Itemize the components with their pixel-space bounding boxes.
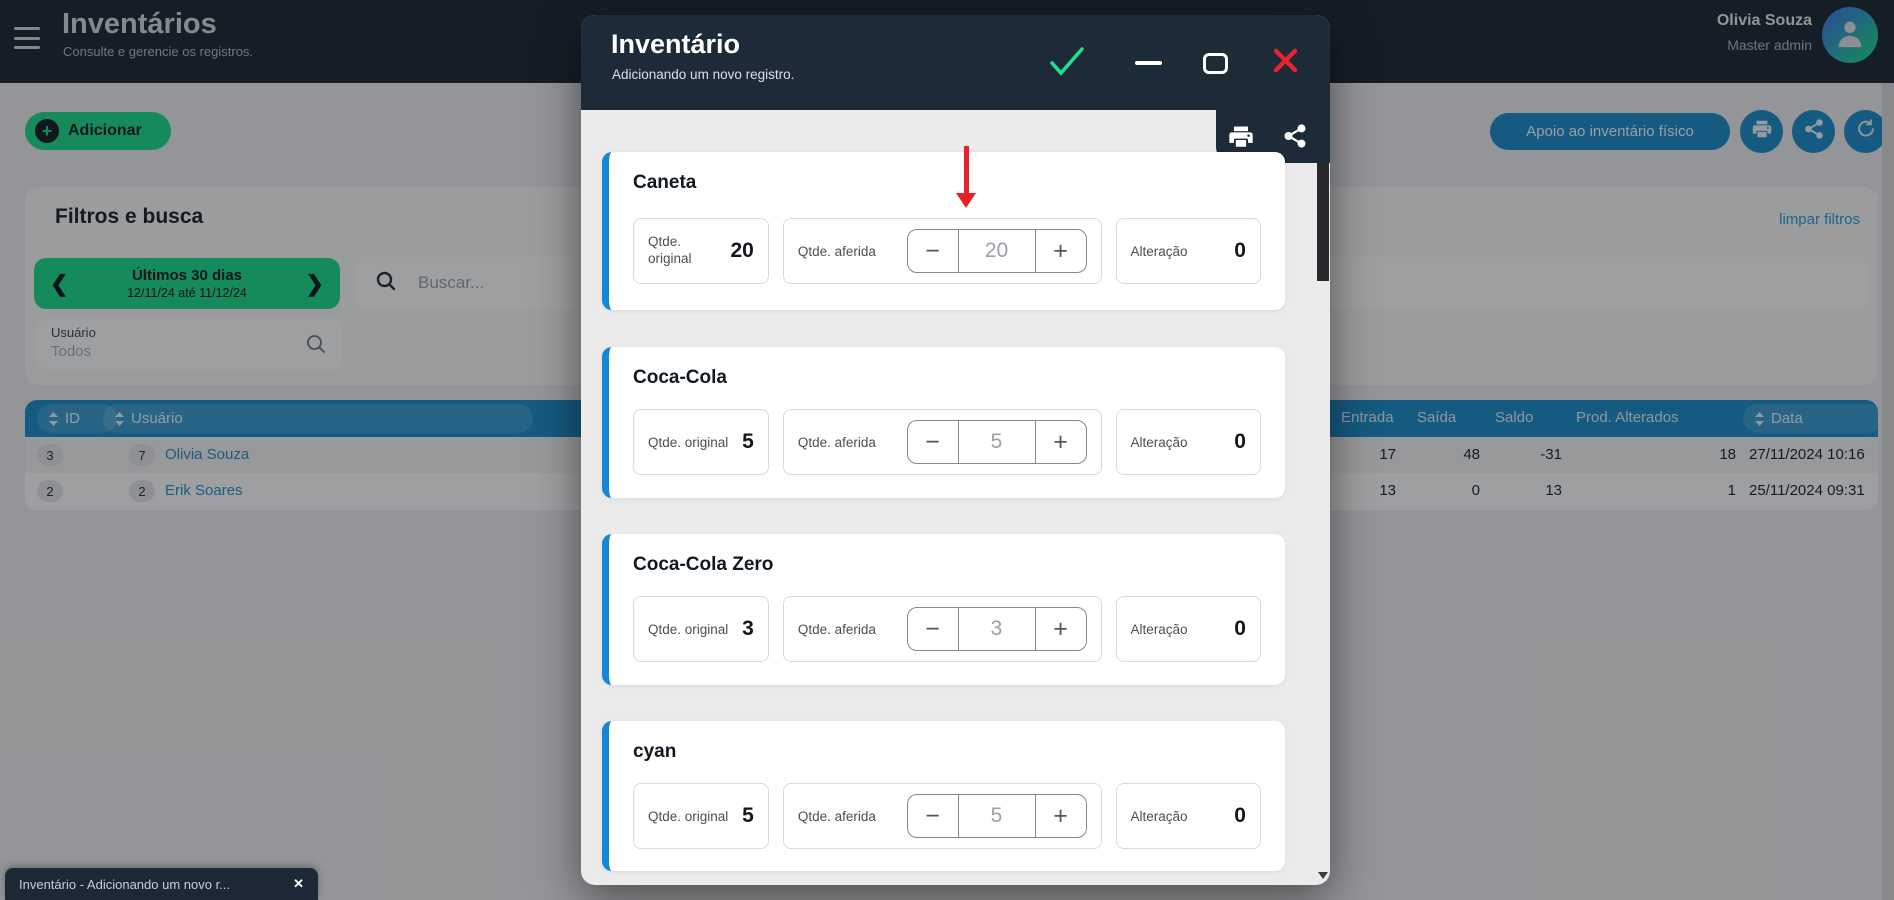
change-label: Alteração: [1131, 435, 1188, 450]
maximize-icon: [1203, 53, 1228, 74]
quantity-stepper: − 5 +: [907, 420, 1087, 464]
change-box: Alteração 0: [1116, 218, 1261, 284]
measured-qty-value[interactable]: 5: [958, 421, 1036, 463]
change-box: Alteração 0: [1116, 409, 1261, 475]
maximize-button[interactable]: [1197, 45, 1233, 81]
modal-share-button[interactable]: [1282, 123, 1310, 151]
modal-scrollbar[interactable]: [1316, 110, 1330, 885]
product-name: Caneta: [633, 172, 1261, 194]
decrement-button[interactable]: −: [908, 421, 958, 463]
modal-title: Inventário: [611, 29, 740, 60]
original-qty-label: Qtde. original: [648, 809, 728, 824]
original-qty-value: 3: [742, 617, 754, 641]
decrement-button[interactable]: −: [908, 608, 958, 650]
close-icon: [1272, 47, 1299, 79]
product-name: cyan: [633, 741, 1261, 763]
increment-button[interactable]: +: [1036, 230, 1086, 272]
quantity-stepper: − 3 +: [907, 607, 1087, 651]
change-value: 0: [1234, 617, 1246, 641]
change-value: 0: [1234, 430, 1246, 454]
scroll-down-arrow-icon[interactable]: [1318, 872, 1328, 879]
measured-qty-box: Qtde. aferida − 5 +: [783, 409, 1102, 475]
change-value: 0: [1234, 804, 1246, 828]
scrollbar-thumb[interactable]: [1317, 163, 1329, 281]
quantity-stepper: − 20 +: [907, 229, 1087, 273]
change-label: Alteração: [1131, 244, 1188, 259]
measured-qty-label: Qtde. aferida: [798, 244, 876, 259]
measured-qty-label: Qtde. aferida: [798, 809, 876, 824]
close-icon[interactable]: ✕: [293, 876, 304, 892]
product-card: Coca-Cola Qtde. original 5 Qtde. aferida…: [602, 347, 1285, 498]
product-name: Coca-Cola Zero: [633, 554, 1261, 576]
increment-button[interactable]: +: [1036, 608, 1086, 650]
measured-qty-value[interactable]: 20: [958, 230, 1036, 272]
red-annotation-arrow: [953, 146, 979, 208]
product-card: Caneta Qtde. original 20 Qtde. aferida −…: [602, 152, 1285, 310]
original-qty-box: Qtde. original 5: [633, 409, 769, 475]
change-label: Alteração: [1131, 809, 1188, 824]
original-qty-label: Qtde. original: [648, 435, 728, 450]
decrement-button[interactable]: −: [908, 795, 958, 837]
quantity-stepper: − 5 +: [907, 794, 1087, 838]
modal-subtitle: Adicionando um novo registro.: [612, 67, 794, 82]
original-qty-box: Qtde. original 5: [633, 783, 769, 849]
change-box: Alteração 0: [1116, 596, 1261, 662]
measured-qty-label: Qtde. aferida: [798, 622, 876, 637]
original-qty-value: 5: [742, 430, 754, 454]
close-button[interactable]: [1267, 45, 1303, 81]
product-card: cyan Qtde. original 5 Qtde. aferida − 5 …: [602, 721, 1285, 871]
original-qty-value: 20: [730, 239, 753, 263]
original-qty-label: Qtde. original: [648, 234, 702, 268]
product-card: Coca-Cola Zero Qtde. original 3 Qtde. af…: [602, 534, 1285, 685]
measured-qty-value[interactable]: 5: [958, 795, 1036, 837]
change-label: Alteração: [1131, 622, 1188, 637]
increment-button[interactable]: +: [1036, 795, 1086, 837]
measured-qty-box: Qtde. aferida − 5 +: [783, 783, 1102, 849]
product-name: Coca-Cola: [633, 367, 1261, 389]
original-qty-box: Qtde. original 20: [633, 218, 769, 284]
decrement-button[interactable]: −: [908, 230, 958, 272]
minimize-button[interactable]: [1130, 45, 1166, 81]
share-icon: [1282, 136, 1308, 153]
minimized-window-tab[interactable]: Inventário - Adicionando um novo r... ✕: [5, 868, 318, 900]
confirm-button[interactable]: [1049, 45, 1085, 81]
measured-qty-box: Qtde. aferida − 3 +: [783, 596, 1102, 662]
modal-print-button[interactable]: [1227, 123, 1255, 151]
increment-button[interactable]: +: [1036, 421, 1086, 463]
minimize-icon: [1135, 61, 1162, 65]
change-value: 0: [1234, 239, 1246, 263]
measured-qty-value[interactable]: 3: [958, 608, 1036, 650]
original-qty-box: Qtde. original 3: [633, 596, 769, 662]
inventory-modal: Inventário Adicionando um novo registro.: [581, 15, 1330, 885]
measured-qty-box: Qtde. aferida − 20 +: [783, 218, 1102, 284]
measured-qty-label: Qtde. aferida: [798, 435, 876, 450]
original-qty-label: Qtde. original: [648, 622, 728, 637]
check-icon: [1048, 44, 1086, 83]
original-qty-value: 5: [742, 804, 754, 828]
minimized-window-label: Inventário - Adicionando um novo r...: [19, 877, 293, 892]
change-box: Alteração 0: [1116, 783, 1261, 849]
modal-header: Inventário Adicionando um novo registro.: [581, 15, 1330, 110]
